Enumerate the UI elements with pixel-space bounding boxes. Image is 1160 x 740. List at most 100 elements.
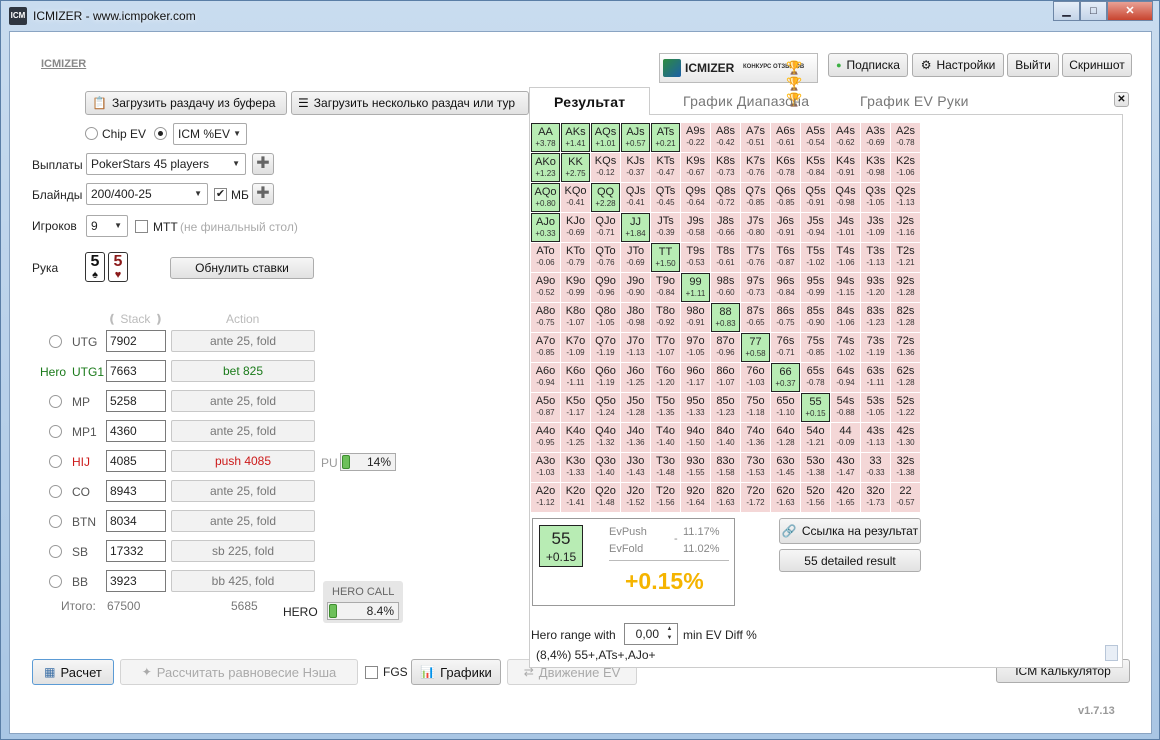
hand-cell[interactable]: T8o -0.92	[651, 303, 680, 332]
hand-cell[interactable]: T7s -0.76	[741, 243, 770, 272]
hand-cell[interactable]: 62o -1.63	[771, 483, 800, 512]
hand-cell[interactable]: Q4s -0.98	[831, 183, 860, 212]
fgs-checkbox[interactable]	[365, 666, 378, 679]
hand-cell[interactable]: 93s -1.20	[861, 273, 890, 302]
hand-cell[interactable]: A4s -0.62	[831, 123, 860, 152]
hand-cell[interactable]: J2o -1.52	[621, 483, 650, 512]
icm-ev-select[interactable]: ICM %EV ▼	[173, 123, 247, 145]
hand-cell[interactable]: 73o -1.53	[741, 453, 770, 482]
hand-cell[interactable]: K9o -0.99	[561, 273, 590, 302]
seat-stack-input[interactable]: 8943	[106, 480, 166, 502]
title-bar[interactable]: ICM ICMIZER - www.icmpoker.com ▁ □ ✕	[1, 1, 1159, 31]
seat-action[interactable]: ante 25, fold	[171, 330, 315, 352]
hand-cell[interactable]: 95o -1.33	[681, 393, 710, 422]
maximize-button[interactable]: □	[1080, 1, 1107, 21]
hand-card-2[interactable]: 5 ♥	[108, 252, 128, 282]
seat-action[interactable]: ante 25, fold	[171, 420, 315, 442]
hand-cell[interactable]: J7o -1.13	[621, 333, 650, 362]
hand-cell[interactable]: K3o -1.33	[561, 453, 590, 482]
hand-cell[interactable]: 73s -1.19	[861, 333, 890, 362]
hand-cell[interactable]: Q2s -1.13	[891, 183, 920, 212]
hand-cell[interactable]: J4s -1.01	[831, 213, 860, 242]
hand-cell[interactable]: QQ +2.28	[591, 183, 620, 212]
hand-cell[interactable]: Q6o -1.19	[591, 363, 620, 392]
hand-cell[interactable]: T2o -1.56	[651, 483, 680, 512]
hand-cell[interactable]: 74s -1.02	[831, 333, 860, 362]
hand-cell[interactable]: AA +3.78	[531, 123, 560, 152]
hand-cell[interactable]: AJs +0.57	[621, 123, 650, 152]
hand-cell[interactable]: Q5o -1.24	[591, 393, 620, 422]
reset-bets-button[interactable]: Обнулить ставки	[170, 257, 314, 279]
hand-cell[interactable]: 72s -1.36	[891, 333, 920, 362]
hand-cell[interactable]: 94s -1.15	[831, 273, 860, 302]
hand-cell[interactable]: K8s -0.73	[711, 153, 740, 182]
hand-cell[interactable]: AKs +1.41	[561, 123, 590, 152]
calculate-button[interactable]: ▦ Расчет	[32, 659, 114, 685]
hand-cell[interactable]: Q3s -1.05	[861, 183, 890, 212]
blinds-select[interactable]: 200/400-25 ▼	[86, 183, 208, 205]
hand-cell[interactable]: A7s -0.51	[741, 123, 770, 152]
hand-cell[interactable]: A6s -0.61	[771, 123, 800, 152]
hand-cell[interactable]: KTo -0.79	[561, 243, 590, 272]
charts-button[interactable]: 📊 Графики	[411, 659, 501, 685]
hand-cell[interactable]: 95s -0.99	[801, 273, 830, 302]
hand-cell[interactable]: J8o -0.98	[621, 303, 650, 332]
hand-cell[interactable]: 99 +1.11	[681, 273, 710, 302]
hand-cell[interactable]: T5o -1.35	[651, 393, 680, 422]
hand-cell[interactable]: 77 +0.58	[741, 333, 770, 362]
hand-cell[interactable]: K4o -1.25	[561, 423, 590, 452]
hand-cell[interactable]: A4o -0.95	[531, 423, 560, 452]
hand-cell[interactable]: JTs -0.39	[651, 213, 680, 242]
screenshot-button[interactable]: Скриншот	[1062, 53, 1132, 77]
add-blinds-button[interactable]: ✚	[252, 183, 274, 205]
hand-cell[interactable]: K3s -0.98	[861, 153, 890, 182]
hand-cell[interactable]: KJo -0.69	[561, 213, 590, 242]
nash-button[interactable]: ✦ Рассчитать равновесие Нэша	[120, 659, 358, 685]
settings-button[interactable]: ⚙ Настройки	[912, 53, 1004, 77]
seat-select-radio[interactable]	[49, 485, 62, 498]
hand-cell[interactable]: 52s -1.22	[891, 393, 920, 422]
hand-cell[interactable]: 98s -0.60	[711, 273, 740, 302]
hand-cell[interactable]: AQs +1.01	[591, 123, 620, 152]
hand-cell[interactable]: 64s -0.94	[831, 363, 860, 392]
hand-cell[interactable]: ATo -0.06	[531, 243, 560, 272]
hand-cell[interactable]: 87o -0.96	[711, 333, 740, 362]
hand-cell[interactable]: A5o -0.87	[531, 393, 560, 422]
hand-cell[interactable]: T2s -1.21	[891, 243, 920, 272]
hand-cell[interactable]: JJ +1.84	[621, 213, 650, 242]
seat-select-radio[interactable]	[49, 335, 62, 348]
hand-cell[interactable]: KQo -0.41	[561, 183, 590, 212]
hand-cell[interactable]: 97s -0.73	[741, 273, 770, 302]
minimize-button[interactable]: ▁	[1053, 1, 1080, 21]
mb-checkbox[interactable]: ✔	[214, 188, 227, 201]
hand-cell[interactable]: 97o -1.05	[681, 333, 710, 362]
hand-cell[interactable]: A7o -0.85	[531, 333, 560, 362]
hand-cell[interactable]: J9s -0.58	[681, 213, 710, 242]
chip-ev-radio[interactable]	[85, 127, 98, 140]
hand-cell[interactable]: J6o -1.25	[621, 363, 650, 392]
hand-cell[interactable]: 32s -1.38	[891, 453, 920, 482]
seat-select-radio[interactable]	[49, 455, 62, 468]
seat-stack-input[interactable]: 7902	[106, 330, 166, 352]
hand-cell[interactable]: J7s -0.80	[741, 213, 770, 242]
hand-cell[interactable]: 22 -0.57	[891, 483, 920, 512]
hand-cell[interactable]: 84o -1.40	[711, 423, 740, 452]
hand-cell[interactable]: TT +1.50	[651, 243, 680, 272]
hand-cell[interactable]: J4o -1.36	[621, 423, 650, 452]
hand-cell[interactable]: J3o -1.43	[621, 453, 650, 482]
hand-cell[interactable]: 75o -1.18	[741, 393, 770, 422]
seat-action[interactable]: bet 825	[171, 360, 315, 382]
hand-cell[interactable]: 65s -0.78	[801, 363, 830, 392]
hand-cell[interactable]: 63s -1.11	[861, 363, 890, 392]
hand-cell[interactable]: 63o -1.45	[771, 453, 800, 482]
hand-cell[interactable]: A3s -0.69	[861, 123, 890, 152]
hand-cell[interactable]: 98o -0.91	[681, 303, 710, 332]
hand-cell[interactable]: A8s -0.42	[711, 123, 740, 152]
hand-cell[interactable]: JTo -0.69	[621, 243, 650, 272]
min-ev-input[interactable]: 0,00 ▲ ▼	[624, 623, 678, 645]
hand-cell[interactable]: J2s -1.16	[891, 213, 920, 242]
hand-cell[interactable]: 52o -1.56	[801, 483, 830, 512]
seat-stack-input[interactable]: 4085	[106, 450, 166, 472]
hand-cell[interactable]: 88 +0.83	[711, 303, 740, 332]
hand-cell[interactable]: KQs -0.12	[591, 153, 620, 182]
